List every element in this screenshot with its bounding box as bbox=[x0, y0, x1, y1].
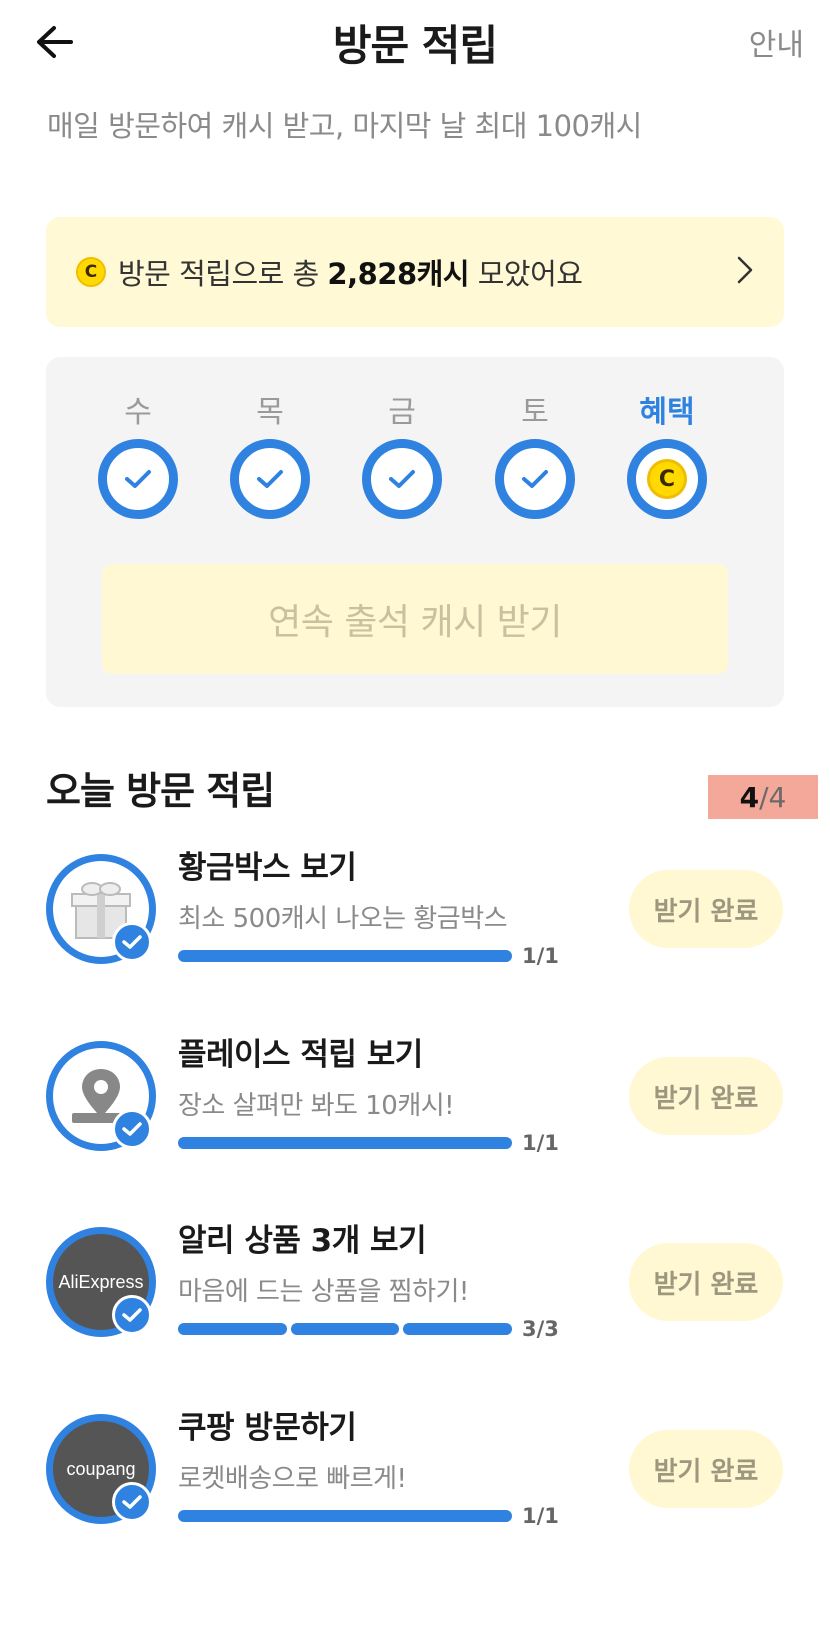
mission-progress-count: 1/1 bbox=[522, 1131, 559, 1155]
streak-day-label: 목 bbox=[256, 395, 284, 430]
mission-item: AliExpress 알리 상품 3개 보기마음에 드는 상품을 찜하기! 3/3 받… bbox=[0, 1213, 830, 1363]
mission-progress-count: 1/1 bbox=[522, 944, 559, 968]
progress-segment bbox=[178, 950, 512, 962]
mission-title: 황금박스 보기 bbox=[178, 850, 357, 886]
reward-received-button[interactable]: 받기 완료 bbox=[629, 870, 783, 948]
completed-check-icon bbox=[112, 1295, 152, 1335]
mission-description: 최소 500캐시 나오는 황금박스 bbox=[178, 904, 508, 934]
summary-text: 방문 적립으로 총 2,828캐시 모았어요 bbox=[118, 257, 583, 291]
checked-day-circle bbox=[230, 439, 310, 519]
mission-progress-bar bbox=[178, 1510, 512, 1522]
chevron-right-icon bbox=[737, 256, 753, 284]
streak-day: 혜택 C bbox=[627, 387, 707, 519]
coin-icon: C bbox=[76, 257, 106, 287]
check-icon bbox=[125, 470, 151, 488]
reward-coin-circle: C bbox=[627, 439, 707, 519]
streak-day: 수 bbox=[98, 387, 178, 519]
streak-day-label: 금 bbox=[388, 395, 416, 430]
streak-card: 연속 출석 캐시 받기 수 목 금 토 혜택 C bbox=[46, 357, 784, 707]
reward-received-button[interactable]: 받기 완료 bbox=[629, 1057, 783, 1135]
completed-check-icon bbox=[112, 922, 152, 962]
mission-title: 알리 상품 3개 보기 bbox=[178, 1223, 427, 1259]
mission-progress-bar bbox=[178, 1323, 513, 1335]
progress-segment bbox=[403, 1323, 513, 1335]
page-subtitle: 매일 방문하여 캐시 받고, 마지막 날 최대 100캐시 bbox=[47, 109, 642, 143]
mission-item: 플레이스 적립 보기장소 살펴만 봐도 10캐시! 1/1 받기 완료 bbox=[0, 1027, 830, 1177]
streak-day: 금 bbox=[362, 387, 442, 519]
total-cash-summary[interactable]: C 방문 적립으로 총 2,828캐시 모았어요 bbox=[46, 217, 784, 327]
mission-item: coupang 쿠팡 방문하기로켓배송으로 빠르게! 1/1 받기 완료 bbox=[0, 1400, 830, 1550]
completed-check-icon bbox=[112, 1482, 152, 1522]
summary-amount: 2,828캐시 bbox=[327, 257, 470, 291]
guide-link[interactable]: 안내 bbox=[749, 20, 804, 64]
page-title: 방문 적립 bbox=[332, 21, 498, 70]
streak-day-label: 수 bbox=[124, 395, 152, 430]
section-title: 오늘 방문 적립 bbox=[46, 769, 275, 813]
mission-progress-count: 1/1 bbox=[522, 1504, 559, 1528]
claim-streak-button[interactable]: 연속 출석 캐시 받기 bbox=[102, 564, 728, 674]
mission-description: 마음에 드는 상품을 찜하기! bbox=[178, 1277, 469, 1307]
today-progress: 4/4 bbox=[708, 775, 818, 819]
progress-segment bbox=[178, 1323, 287, 1335]
streak-day-label: 혜택 bbox=[639, 395, 695, 430]
coupang-logo: coupang bbox=[66, 1458, 136, 1479]
mission-title: 플레이스 적립 보기 bbox=[178, 1037, 423, 1073]
completed-check-icon bbox=[112, 1109, 152, 1149]
checked-day-circle bbox=[362, 439, 442, 519]
reward-received-button[interactable]: 받기 완료 bbox=[629, 1243, 783, 1321]
reward-received-button[interactable]: 받기 완료 bbox=[629, 1430, 783, 1508]
check-icon bbox=[257, 470, 283, 488]
mission-progress-count: 3/3 bbox=[522, 1317, 559, 1341]
check-icon bbox=[522, 470, 548, 488]
coin-icon: C bbox=[647, 459, 687, 499]
mission-description: 로켓배송으로 빠르게! bbox=[178, 1464, 407, 1494]
aliexpress-logo: AliExpress bbox=[58, 1271, 144, 1292]
checked-day-circle bbox=[98, 439, 178, 519]
mission-progress-bar bbox=[178, 1137, 512, 1149]
progress-segment bbox=[290, 1323, 400, 1335]
mission-item: 황금박스 보기최소 500캐시 나오는 황금박스 1/1 받기 완료 bbox=[0, 840, 830, 990]
mission-description: 장소 살펴만 봐도 10캐시! bbox=[178, 1091, 455, 1121]
check-icon bbox=[389, 470, 415, 488]
progress-segment bbox=[178, 1510, 512, 1522]
streak-day: 토 bbox=[495, 387, 575, 519]
progress-segment bbox=[178, 1137, 512, 1149]
streak-day-label: 토 bbox=[521, 395, 549, 430]
streak-day: 목 bbox=[230, 387, 310, 519]
checked-day-circle bbox=[495, 439, 575, 519]
mission-progress-bar bbox=[178, 950, 512, 962]
top-header: 방문 적립 안내 bbox=[0, 0, 830, 90]
mission-title: 쿠팡 방문하기 bbox=[178, 1410, 357, 1446]
